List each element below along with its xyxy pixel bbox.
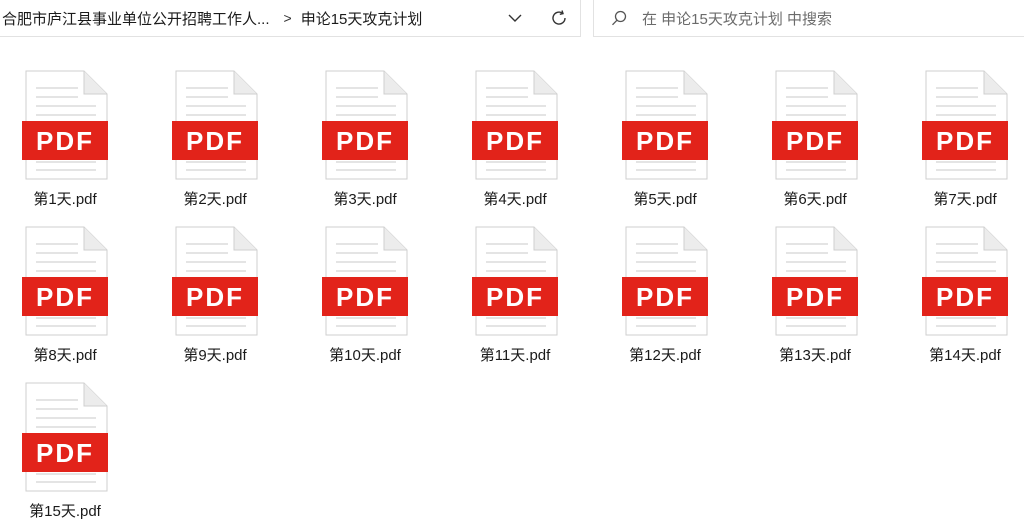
search-icon (612, 10, 627, 26)
file-name: 第13天.pdf (779, 347, 851, 364)
file-item[interactable]: PDF 第6天.pdf (750, 64, 880, 214)
file-name: 第8天.pdf (33, 347, 97, 364)
file-item[interactable]: PDF 第2天.pdf (150, 64, 280, 214)
pdf-label: PDF (786, 126, 844, 156)
search-input[interactable]: 在 申论15天攻克计划 中搜索 (642, 8, 832, 29)
pdf-file-icon: PDF (172, 226, 258, 336)
pdf-label: PDF (186, 282, 244, 312)
file-name: 第15天.pdf (29, 503, 101, 520)
breadcrumb-parent[interactable]: 合肥市庐江县事业单位公开招聘工作人... (2, 8, 270, 29)
pdf-label: PDF (36, 282, 94, 312)
pdf-label: PDF (336, 126, 394, 156)
history-dropdown-button[interactable] (503, 6, 527, 30)
pdf-file-icon: PDF (22, 70, 108, 180)
file-name: 第5天.pdf (633, 191, 697, 208)
file-item[interactable]: PDF 第12天.pdf (600, 220, 730, 370)
pdf-file-icon: PDF (322, 70, 408, 180)
pdf-file-icon: PDF (922, 70, 1008, 180)
pdf-label: PDF (936, 282, 994, 312)
breadcrumb-separator[interactable]: > (284, 10, 292, 26)
pdf-file-icon: PDF (172, 70, 258, 180)
file-name: 第11天.pdf (479, 347, 551, 364)
pdf-label: PDF (36, 438, 94, 468)
file-item[interactable]: PDF 第4天.pdf (450, 64, 580, 214)
pdf-file-icon: PDF (772, 226, 858, 336)
refresh-button[interactable] (547, 6, 571, 30)
file-item[interactable]: PDF 第14天.pdf (900, 220, 1024, 370)
file-name: 第9天.pdf (183, 347, 247, 364)
pdf-label: PDF (486, 282, 544, 312)
pdf-file-icon: PDF (472, 226, 558, 336)
chevron-down-icon (508, 14, 522, 22)
file-item[interactable]: PDF 第13天.pdf (750, 220, 880, 370)
file-name: 第14天.pdf (929, 347, 1001, 364)
pdf-label: PDF (936, 126, 994, 156)
pdf-file-icon: PDF (22, 226, 108, 336)
top-bar: 合肥市庐江县事业单位公开招聘工作人... > 申论15天攻克计划 在 申论15天… (0, 0, 1024, 38)
pdf-file-icon: PDF (322, 226, 408, 336)
pdf-label: PDF (636, 282, 694, 312)
file-item[interactable]: PDF 第7天.pdf (900, 64, 1024, 214)
pdf-file-icon: PDF (22, 382, 108, 492)
file-item[interactable]: PDF 第15天.pdf (0, 376, 130, 526)
pdf-label: PDF (336, 282, 394, 312)
file-item[interactable]: PDF 第8天.pdf (0, 220, 130, 370)
file-name: 第7天.pdf (933, 191, 997, 208)
refresh-icon (552, 10, 566, 25)
pdf-file-icon: PDF (622, 70, 708, 180)
file-item[interactable]: PDF 第9天.pdf (150, 220, 280, 370)
file-name: 第1天.pdf (33, 191, 97, 208)
file-item[interactable]: PDF 第11天.pdf (450, 220, 580, 370)
pdf-label: PDF (636, 126, 694, 156)
file-name: 第3天.pdf (333, 191, 397, 208)
pdf-label: PDF (786, 282, 844, 312)
pdf-label: PDF (186, 126, 244, 156)
pdf-file-icon: PDF (622, 226, 708, 336)
pdf-label: PDF (36, 126, 94, 156)
file-name: 第12天.pdf (629, 347, 701, 364)
search-box[interactable]: 在 申论15天攻克计划 中搜索 (593, 0, 1024, 37)
file-name: 第6天.pdf (783, 191, 847, 208)
pdf-label: PDF (486, 126, 544, 156)
address-bar[interactable]: 合肥市庐江县事业单位公开招聘工作人... > 申论15天攻克计划 (0, 0, 581, 37)
pdf-file-icon: PDF (472, 70, 558, 180)
file-name: 第10天.pdf (329, 347, 401, 364)
file-name: 第2天.pdf (183, 191, 247, 208)
file-item[interactable]: PDF 第3天.pdf (300, 64, 430, 214)
file-item[interactable]: PDF 第10天.pdf (300, 220, 430, 370)
pdf-file-icon: PDF (772, 70, 858, 180)
file-item[interactable]: PDF 第5天.pdf (600, 64, 730, 214)
file-name: 第4天.pdf (483, 191, 547, 208)
file-item[interactable]: PDF 第1天.pdf (0, 64, 130, 214)
pdf-file-icon: PDF (922, 226, 1008, 336)
breadcrumb-current[interactable]: 申论15天攻克计划 (301, 8, 423, 29)
